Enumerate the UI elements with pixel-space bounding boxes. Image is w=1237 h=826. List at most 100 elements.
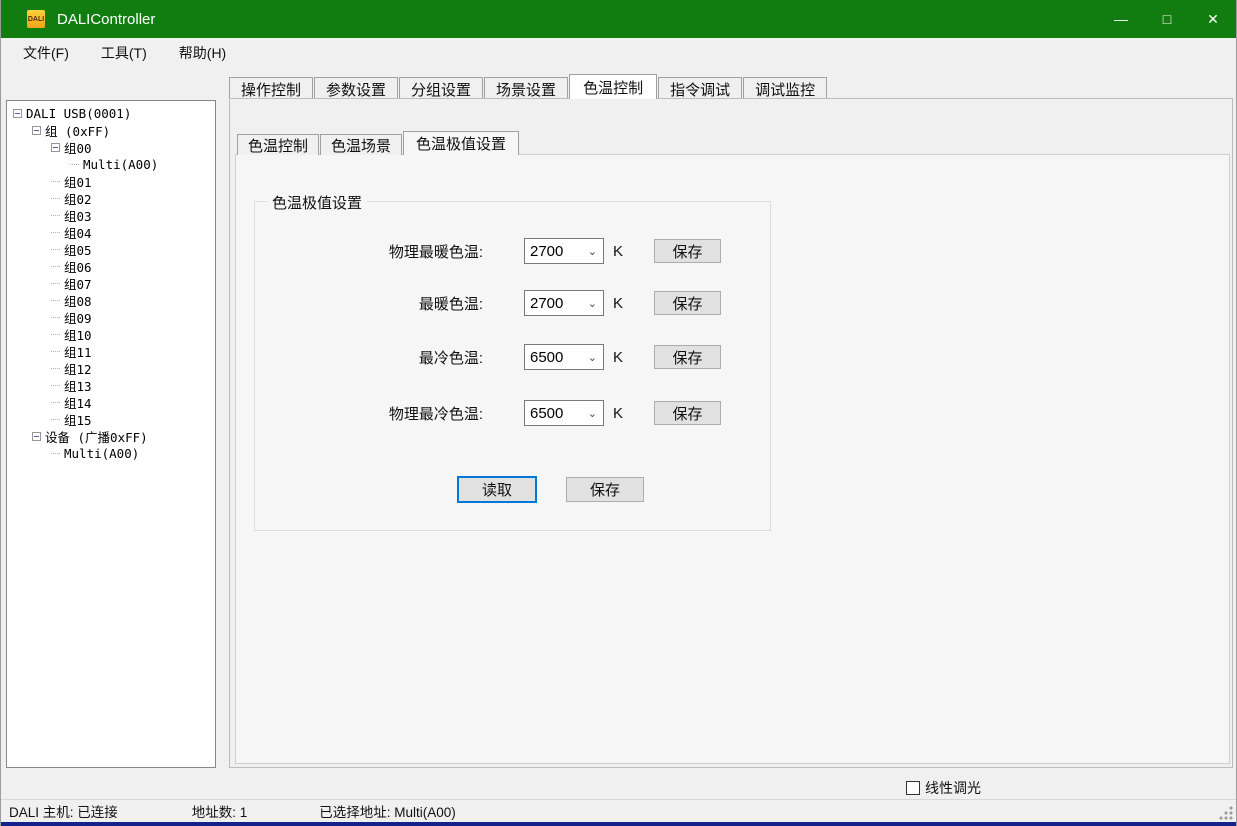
chevron-down-icon[interactable]: ⌄: [588, 407, 597, 420]
tree-node-group15[interactable]: 组15: [7, 411, 215, 428]
combobox-value: 2700: [530, 243, 563, 260]
save-all-button[interactable]: 保存: [566, 477, 644, 502]
sub-tab-strip: 色温控制 色温场景 色温极值设置: [237, 131, 520, 155]
tree-node-group01[interactable]: 组01: [7, 173, 215, 190]
tree-node-group05[interactable]: 组05: [7, 241, 215, 258]
sub-tab-page: 色温极值设置 物理最暖色温: 2700 ⌄ K 保存 最暖色温: 2700 ⌄ …: [235, 154, 1230, 764]
field-label: 最冷色温:: [255, 347, 483, 368]
tree-connector: [51, 419, 60, 420]
unit-label: K: [613, 295, 623, 312]
tree-connector: [51, 232, 60, 233]
tree-node-group07[interactable]: 组07: [7, 275, 215, 292]
tree-node-group02[interactable]: 组02: [7, 190, 215, 207]
tree-node-label: 设备 (广播0xFF): [45, 427, 148, 446]
tree-node-group14[interactable]: 组14: [7, 394, 215, 411]
field-label: 物理最暖色温:: [255, 241, 483, 262]
tab-debug-monitor[interactable]: 调试监控: [743, 77, 827, 99]
tree-node-multi-a00[interactable]: Multi(A00): [7, 156, 215, 173]
window-title: DALIController: [57, 11, 155, 28]
window-controls: — □ ✕: [1098, 0, 1236, 38]
coolest-combobox[interactable]: 6500 ⌄: [524, 344, 604, 370]
tab-scene-settings[interactable]: 场景设置: [484, 77, 568, 99]
menu-file[interactable]: 文件(F): [13, 39, 79, 67]
tree-node-group10[interactable]: 组10: [7, 326, 215, 343]
window-bottom-border: [1, 822, 1236, 826]
tree-node-group11[interactable]: 组11: [7, 343, 215, 360]
device-tree: DALI USB(0001) 组 (0xFF) 组00 Multi(A00) 组…: [6, 100, 216, 768]
minimize-button[interactable]: —: [1098, 0, 1144, 38]
tree-node-group13[interactable]: 组13: [7, 377, 215, 394]
tree-connector: [70, 164, 79, 165]
unit-label: K: [613, 243, 623, 260]
combobox-value: 6500: [530, 405, 563, 422]
read-button[interactable]: 读取: [458, 477, 536, 502]
tab-color-temp-control[interactable]: 色温控制: [569, 74, 657, 99]
tree-node-label: Multi(A00): [64, 446, 139, 461]
tree-node-group03[interactable]: 组03: [7, 207, 215, 224]
app-icon: DALI: [27, 10, 45, 28]
status-host-connection: DALI 主机: 已连接: [9, 801, 118, 821]
save-physical-coolest-button[interactable]: 保存: [654, 401, 721, 425]
menu-help[interactable]: 帮助(H): [169, 39, 236, 67]
tree-node-group04[interactable]: 组04: [7, 224, 215, 241]
save-warmest-button[interactable]: 保存: [654, 291, 721, 315]
tree-node-label: 组00: [64, 138, 92, 157]
status-selected-address: 已选择地址: Multi(A00): [319, 801, 456, 821]
tree-connector: [51, 351, 60, 352]
combobox-value: 2700: [530, 295, 563, 312]
physical-warmest-combobox[interactable]: 2700 ⌄: [524, 238, 604, 264]
collapse-icon[interactable]: [32, 432, 41, 441]
title-bar: DALI DALIController — □ ✕: [1, 0, 1236, 38]
subtab-color-temp-control[interactable]: 色温控制: [237, 134, 319, 155]
status-bar: DALI 主机: 已连接 地址数: 1 已选择地址: Multi(A00): [1, 799, 1236, 822]
chevron-down-icon[interactable]: ⌄: [588, 297, 597, 310]
tab-command-debug[interactable]: 指令调试: [658, 77, 742, 99]
groupbox-title: 色温极值设置: [267, 192, 367, 213]
tree-node-group08[interactable]: 组08: [7, 292, 215, 309]
subtab-color-temp-extremes[interactable]: 色温极值设置: [403, 131, 519, 155]
save-physical-warmest-button[interactable]: 保存: [654, 239, 721, 263]
tree-node-multi-a00-device[interactable]: Multi(A00): [7, 445, 215, 462]
chevron-down-icon[interactable]: ⌄: [588, 351, 597, 364]
tree-connector: [51, 215, 60, 216]
tree-node-group12[interactable]: 组12: [7, 360, 215, 377]
tree-connector: [51, 181, 60, 182]
tab-parameter-settings[interactable]: 参数设置: [314, 77, 398, 99]
chevron-down-icon[interactable]: ⌄: [588, 245, 597, 258]
tab-grouping-settings[interactable]: 分组设置: [399, 77, 483, 99]
tree-connector: [51, 283, 60, 284]
linear-dimming-label: 线性调光: [925, 778, 981, 798]
tab-operation-control[interactable]: 操作控制: [229, 77, 313, 99]
unit-label: K: [613, 349, 623, 366]
linear-dimming-option[interactable]: 线性调光: [906, 778, 981, 798]
save-coolest-button[interactable]: 保存: [654, 345, 721, 369]
linear-dimming-checkbox[interactable]: [906, 781, 920, 795]
tree-connector: [51, 249, 60, 250]
tree-connector: [51, 453, 60, 454]
maximize-button[interactable]: □: [1144, 0, 1190, 38]
tree-connector: [51, 266, 60, 267]
close-button[interactable]: ✕: [1190, 0, 1236, 38]
physical-coolest-combobox[interactable]: 6500 ⌄: [524, 400, 604, 426]
tree-node-label: Multi(A00): [83, 157, 158, 172]
warmest-combobox[interactable]: 2700 ⌄: [524, 290, 604, 316]
tree-connector: [51, 402, 60, 403]
menu-tools[interactable]: 工具(T): [91, 39, 157, 67]
tree-node-label: DALI USB(0001): [26, 106, 131, 121]
tree-node-group00[interactable]: 组00: [7, 139, 215, 156]
tree-connector: [51, 334, 60, 335]
collapse-icon[interactable]: [51, 143, 60, 152]
tree-node-group06[interactable]: 组06: [7, 258, 215, 275]
tree-node-root[interactable]: DALI USB(0001): [7, 105, 215, 122]
tree-connector: [51, 198, 60, 199]
collapse-icon[interactable]: [32, 126, 41, 135]
subtab-color-temp-scene[interactable]: 色温场景: [320, 134, 402, 155]
collapse-icon[interactable]: [13, 109, 22, 118]
resize-grip[interactable]: [1219, 806, 1233, 820]
color-temp-extremes-groupbox: 色温极值设置 物理最暖色温: 2700 ⌄ K 保存 最暖色温: 2700 ⌄ …: [254, 201, 771, 531]
tree-node-group-all[interactable]: 组 (0xFF): [7, 122, 215, 139]
tree-connector: [51, 385, 60, 386]
tree-node-device-broadcast[interactable]: 设备 (广播0xFF): [7, 428, 215, 445]
tree-node-group09[interactable]: 组09: [7, 309, 215, 326]
main-tab-strip: 操作控制 参数设置 分组设置 场景设置 色温控制 指令调试 调试监控: [229, 74, 828, 99]
